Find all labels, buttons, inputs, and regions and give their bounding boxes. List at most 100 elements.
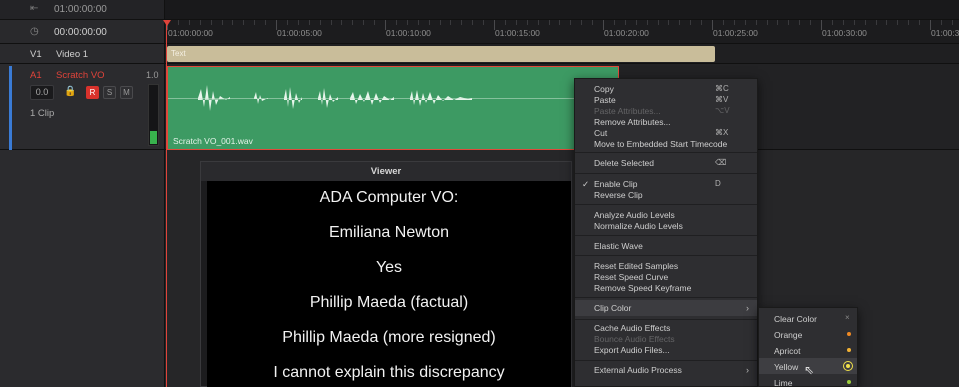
menu-item-elastic-wave[interactable]: Elastic Wave xyxy=(575,241,757,252)
menu-separator xyxy=(575,255,757,256)
clear-icon: × xyxy=(845,313,850,322)
ruler-tick-label: 01:00:30:00 xyxy=(822,28,867,38)
record-arm-button[interactable]: R xyxy=(86,86,99,99)
menu-separator xyxy=(575,319,757,320)
video-clip[interactable]: Text xyxy=(167,46,715,62)
ruler-minor-tick xyxy=(483,20,485,25)
menu-item-label: Normalize Audio Levels xyxy=(594,221,683,231)
ruler-minor-tick xyxy=(515,20,517,25)
clip-color-clear-color[interactable]: Clear Color × xyxy=(759,310,857,326)
submenu-item-label: Yellow xyxy=(774,362,799,372)
menu-item-external-audio-process[interactable]: External Audio Process › xyxy=(575,365,757,376)
menu-item-reset-edited-samples[interactable]: Reset Edited Samples xyxy=(575,261,757,272)
ruler-minor-tick xyxy=(679,20,681,25)
ruler-tick-label: 01:00:35 xyxy=(931,28,959,38)
empty-track-header xyxy=(0,150,165,387)
ruler-tick-label: 01:00:05:00 xyxy=(277,28,322,38)
clip-color-apricot[interactable]: Apricot xyxy=(759,342,857,358)
viewer-screen[interactable]: ADA Computer VO: Emiliana Newton Yes Phi… xyxy=(207,181,571,387)
ruler-minor-tick xyxy=(908,20,910,25)
menu-item-normalize-audio-levels[interactable]: Normalize Audio Levels xyxy=(575,221,757,232)
ruler-minor-tick xyxy=(919,20,921,25)
ruler-minor-tick xyxy=(341,20,343,25)
menu-item-cut[interactable]: Cut ⌘X xyxy=(575,128,757,139)
timeline-ruler[interactable]: ⇤ 01:00:00:00 xyxy=(0,0,959,20)
ruler-minor-tick xyxy=(286,20,288,25)
menu-item-label: Move to Embedded Start Timecode xyxy=(594,139,728,149)
ruler-minor-tick xyxy=(940,20,942,25)
subtitle-line: Phillip Maeda (factual) xyxy=(309,294,469,311)
viewer-title[interactable]: Viewer xyxy=(201,162,571,181)
ruler-minor-tick xyxy=(199,20,201,25)
ruler-minor-tick xyxy=(559,20,561,25)
menu-item-analyze-audio-levels[interactable]: Analyze Audio Levels xyxy=(575,210,757,221)
menu-item-cache-audio-effects[interactable]: Cache Audio Effects xyxy=(575,323,757,334)
ruler-tick-label: 01:00:10:00 xyxy=(386,28,431,38)
ruler-minor-tick xyxy=(886,20,888,25)
chevron-right-icon: › xyxy=(746,365,749,375)
ruler-minor-tick xyxy=(701,20,703,25)
ruler-minor-tick xyxy=(548,20,550,25)
volume-field[interactable]: 0.0 xyxy=(30,85,54,100)
clip-color-orange[interactable]: Orange xyxy=(759,326,857,342)
menu-item-move-to-embedded-start-timecode[interactable]: Move to Embedded Start Timecode xyxy=(575,139,757,150)
viewer-panel: Viewer ADA Computer VO: Emiliana Newton … xyxy=(200,161,572,387)
checkmark-icon: ✓ xyxy=(582,179,590,189)
track-id: A1 xyxy=(30,70,42,81)
ruler-minor-tick xyxy=(472,20,474,25)
ruler-minor-tick xyxy=(188,20,190,25)
video-track-v1: V1 Video 1 Text xyxy=(0,44,959,64)
ruler-minor-tick xyxy=(395,20,397,25)
ruler-minor-tick xyxy=(428,20,430,25)
ruler-minor-tick xyxy=(755,20,757,25)
track-name[interactable]: Scratch VO xyxy=(56,70,105,81)
color-swatch-icon xyxy=(847,380,851,384)
ruler-minor-tick xyxy=(722,20,724,25)
ruler-minor-tick xyxy=(450,20,452,25)
current-timecode[interactable]: 00:00:00:00 xyxy=(54,27,107,38)
selected-color-radio-icon xyxy=(843,361,853,371)
menu-item-label: Clip Color xyxy=(594,303,632,313)
subtitle-line: Emiliana Newton xyxy=(328,224,450,241)
playhead-handle[interactable] xyxy=(163,20,171,26)
menu-item-copy[interactable]: Copy ⌘C xyxy=(575,84,757,95)
ruler-minor-tick xyxy=(526,20,528,25)
solo-button[interactable]: S xyxy=(103,86,116,99)
playhead[interactable] xyxy=(166,20,167,387)
ruler-minor-tick xyxy=(592,20,594,25)
ruler-minor-tick xyxy=(254,20,256,25)
menu-item-delete-selected[interactable]: Delete Selected ⌫ xyxy=(575,158,757,169)
menu-item-reverse-clip[interactable]: Reverse Clip xyxy=(575,190,757,201)
menu-item-reset-speed-curve[interactable]: Reset Speed Curve xyxy=(575,272,757,283)
menu-separator xyxy=(575,297,757,298)
mute-button[interactable]: M xyxy=(120,86,133,99)
audio-track-header[interactable]: A1 Scratch VO 1.0 0.0 🔒 R S M 1 Clip xyxy=(0,64,165,150)
color-swatch-icon xyxy=(847,348,851,352)
menu-item-remove-attributes[interactable]: Remove Attributes... xyxy=(575,117,757,128)
ruler-minor-tick xyxy=(831,20,833,25)
video-track-header[interactable]: V1 Video 1 xyxy=(0,44,165,63)
menu-item-label: Reverse Clip xyxy=(594,190,643,200)
subtitle-line: Yes xyxy=(375,259,403,276)
chevron-right-icon: › xyxy=(746,303,749,313)
ruler-tick-label: 01:00:15:00 xyxy=(495,28,540,38)
menu-item-export-audio-files[interactable]: Export Audio Files... xyxy=(575,345,757,356)
audio-level-meter xyxy=(148,84,159,146)
ruler-minor-tick xyxy=(417,20,419,25)
menu-item-label: Remove Speed Keyframe xyxy=(594,283,692,293)
ruler-minor-tick xyxy=(635,20,637,25)
lock-icon[interactable]: 🔒 xyxy=(64,86,76,97)
timecode-row[interactable]: ◷ 00:00:00:00 01:00:00:00 01:00:05:00 01:0… xyxy=(0,20,959,44)
menu-item-enable-clip[interactable]: ✓ Enable Clip D xyxy=(575,179,757,190)
submenu-item-label: Lime xyxy=(774,378,793,387)
ruler-minor-tick xyxy=(504,20,506,25)
ruler-minor-tick xyxy=(537,20,539,25)
menu-item-paste[interactable]: Paste ⌘V xyxy=(575,95,757,106)
track-name[interactable]: Video 1 xyxy=(56,49,88,60)
menu-item-clip-color[interactable]: Clip Color › xyxy=(575,300,757,316)
ruler-minor-tick xyxy=(875,20,877,25)
audio-clip[interactable]: Scratch VO_001.wav xyxy=(167,66,619,150)
menu-item-shortcut: ⌘C xyxy=(715,84,729,93)
menu-item-remove-speed-keyframe[interactable]: Remove Speed Keyframe xyxy=(575,283,757,294)
menu-separator xyxy=(575,360,757,361)
